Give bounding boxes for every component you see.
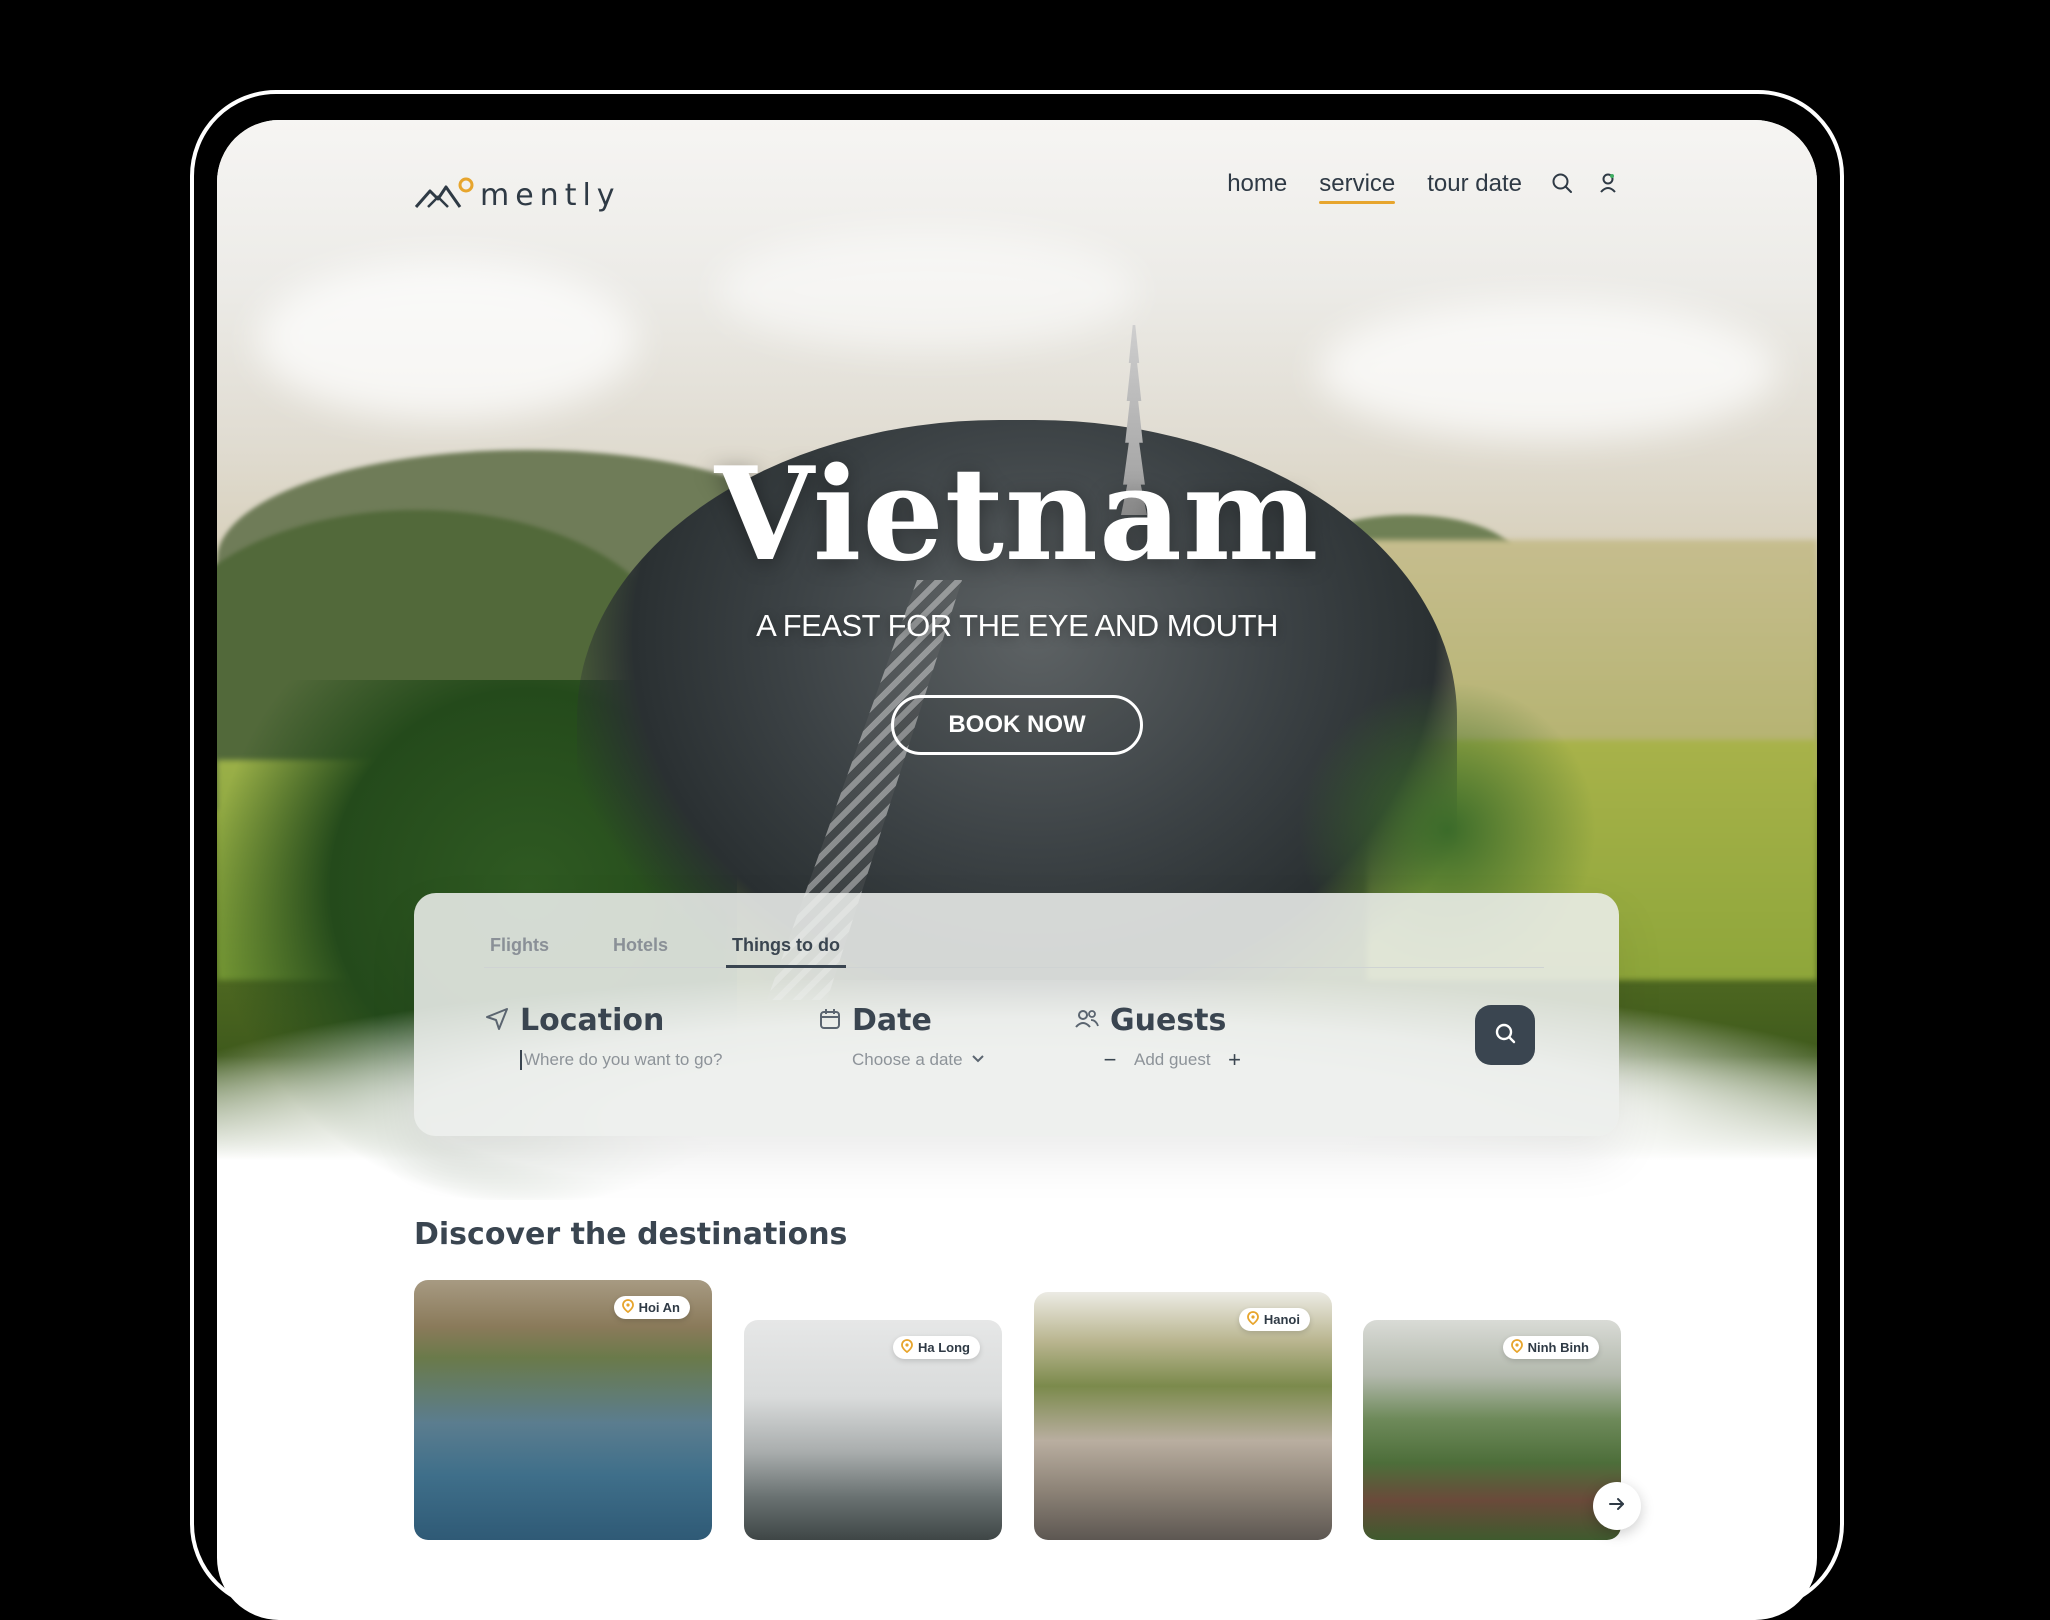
chevron-down-icon — [971, 1050, 985, 1070]
card-location-name: Ha Long — [918, 1340, 970, 1355]
date-label: Date — [852, 1003, 932, 1038]
carousel-next-button[interactable] — [1593, 1482, 1641, 1530]
screen: mently home service tour date Vietnam A … — [217, 120, 1817, 1620]
pin-icon — [901, 1339, 913, 1356]
nav-link-home[interactable]: home — [1227, 170, 1287, 204]
card-location-name: Ninh Binh — [1527, 1340, 1589, 1355]
guests-field-group: Guests − Add guest + — [1074, 1003, 1245, 1071]
search-icon — [1493, 1021, 1517, 1049]
brand-name: mently — [480, 178, 621, 213]
search-icon[interactable] — [1551, 172, 1573, 194]
tab-hotels[interactable]: Hotels — [607, 931, 674, 968]
destination-card-hanoi[interactable]: Hanoi — [1034, 1292, 1332, 1540]
location-badge: Ha Long — [893, 1336, 980, 1359]
top-nav: mently home service tour date — [217, 120, 1817, 240]
increase-guest-button[interactable]: + — [1225, 1049, 1245, 1071]
users-icon — [1074, 1007, 1100, 1035]
hero-subtitle: A FEAST FOR THE EYE AND MOUTH — [756, 608, 1278, 643]
destination-card-ha-long[interactable]: Ha Long — [744, 1320, 1002, 1540]
location-badge: Hoi An — [613, 1296, 690, 1319]
send-icon — [484, 1006, 510, 1036]
hoi-an-photo — [414, 1280, 712, 1540]
tab-flights[interactable]: Flights — [484, 931, 555, 968]
pin-icon — [1510, 1339, 1523, 1356]
arrow-right-icon — [1607, 1494, 1627, 1518]
location-input[interactable] — [520, 1050, 760, 1070]
pin-icon — [1246, 1311, 1259, 1328]
search-tabs: Flights Hotels Things to do — [484, 931, 1544, 968]
nav-link-service[interactable]: service — [1319, 170, 1396, 204]
brand-logo[interactable]: mently — [414, 172, 621, 213]
search-submit-button[interactable] — [1475, 1005, 1535, 1065]
date-placeholder: Choose a date — [852, 1050, 963, 1069]
pin-icon — [621, 1299, 634, 1316]
decrease-guest-button[interactable]: − — [1100, 1049, 1120, 1071]
calendar-icon — [818, 1007, 842, 1035]
date-select[interactable]: Choose a date — [852, 1050, 985, 1070]
search-panel: Flights Hotels Things to do Location Dat… — [414, 893, 1619, 1136]
mountain-sun-logo-icon — [414, 177, 474, 209]
guest-placeholder: Add guest — [1134, 1050, 1211, 1069]
location-badge: Ninh Binh — [1502, 1336, 1599, 1359]
tab-things-to-do[interactable]: Things to do — [726, 931, 846, 968]
nav-links: home service tour date — [1227, 170, 1522, 204]
guests-label: Guests — [1110, 1003, 1227, 1038]
location-label: Location — [520, 1003, 665, 1038]
discover-title: Discover the destinations — [414, 1217, 848, 1252]
hero-title: Vietnam — [714, 440, 1320, 590]
book-now-button[interactable]: BOOK NOW — [891, 695, 1143, 755]
location-field-group: Location — [484, 1003, 760, 1070]
destination-card-ninh-binh[interactable]: Ninh Binh — [1363, 1320, 1621, 1540]
user-icon[interactable] — [1597, 172, 1619, 194]
card-location-name: Hanoi — [1263, 1312, 1300, 1327]
nav-link-tour-date[interactable]: tour date — [1427, 170, 1522, 204]
guest-stepper: − Add guest + — [1100, 1049, 1245, 1071]
date-field-group: Date Choose a date — [818, 1003, 985, 1070]
nav-icons — [1551, 172, 1619, 194]
card-location-name: Hoi An — [638, 1300, 680, 1315]
destination-card-hoi-an[interactable]: Hoi An — [414, 1280, 712, 1540]
location-badge: Hanoi — [1238, 1308, 1310, 1331]
